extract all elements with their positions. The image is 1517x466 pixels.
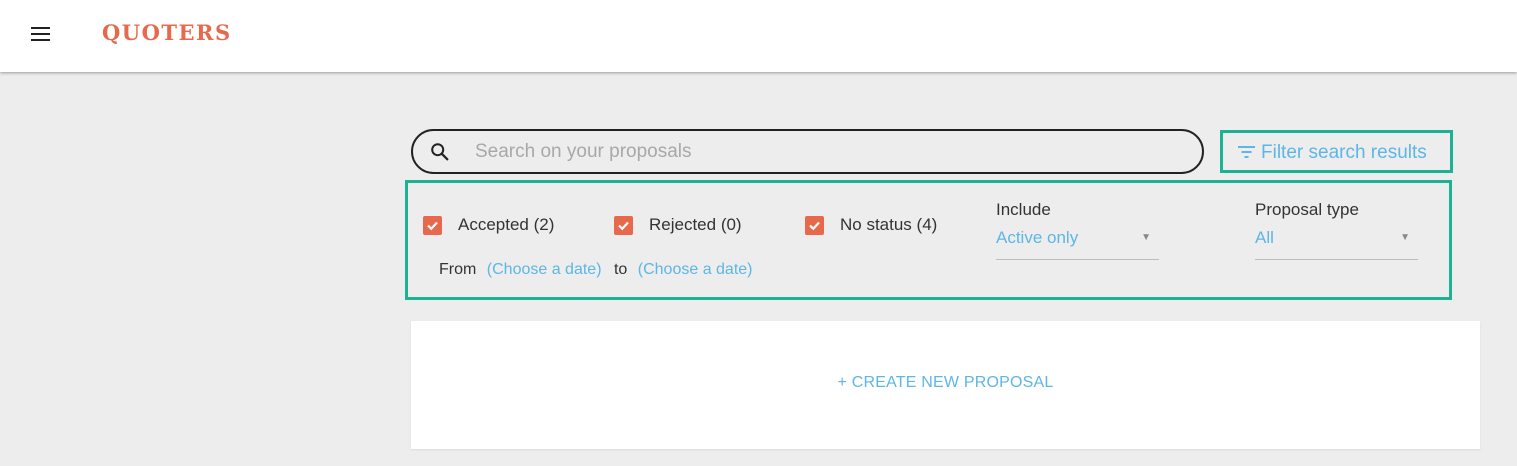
hamburger-menu-icon[interactable] (29, 25, 53, 43)
proposal-type-selected-value: All (1255, 228, 1274, 247)
checkbox-no-status[interactable]: No status (4) (805, 213, 937, 237)
checkbox-label: Accepted (2) (458, 215, 555, 234)
checkbox-checked-icon (805, 215, 824, 235)
checkbox-label: No status (4) (840, 215, 938, 234)
proposal-type-dropdown: Proposal type All ▼ (1255, 200, 1418, 261)
include-select[interactable]: Active only ▼ (996, 226, 1159, 260)
search-input[interactable] (475, 139, 1175, 165)
filter-icon (1238, 146, 1255, 158)
search-bar[interactable] (411, 129, 1204, 174)
proposal-type-select[interactable]: All ▼ (1255, 226, 1418, 260)
filter-button-label: Filter search results (1261, 142, 1427, 163)
date-from-label: From (439, 261, 477, 278)
checkbox-checked-icon (614, 215, 633, 235)
search-icon (431, 143, 449, 161)
filter-search-results-button[interactable]: Filter search results (1220, 130, 1453, 173)
create-new-proposal-button[interactable]: + CREATE NEW PROPOSAL (411, 374, 1480, 392)
dropdown-arrow-icon: ▼ (1400, 232, 1410, 243)
checkbox-rejected[interactable]: Rejected (0) (614, 213, 742, 237)
checkbox-checked-icon (423, 215, 442, 235)
checkbox-label: Rejected (0) (649, 215, 742, 234)
checkbox-accepted[interactable]: Accepted (2) (423, 213, 554, 237)
top-app-bar: QUOTERS (0, 0, 1517, 72)
include-selected-value: Active only (996, 228, 1079, 247)
date-from-picker[interactable]: (Choose a date) (487, 261, 602, 279)
include-label: Include (996, 200, 1051, 219)
date-range-filter: From (Choose a date) to (Choose a date) (439, 261, 753, 283)
app-logo[interactable]: QUOTERS (102, 20, 232, 45)
date-to-picker[interactable]: (Choose a date) (638, 261, 753, 279)
proposal-type-label: Proposal type (1255, 200, 1359, 219)
date-to-label: to (613, 261, 628, 278)
filter-panel: Accepted (2) Rejected (0) No status (4) … (405, 180, 1452, 300)
create-proposal-card: + CREATE NEW PROPOSAL (411, 321, 1480, 449)
dropdown-arrow-icon: ▼ (1141, 232, 1151, 243)
include-dropdown: Include Active only ▼ (996, 200, 1159, 261)
